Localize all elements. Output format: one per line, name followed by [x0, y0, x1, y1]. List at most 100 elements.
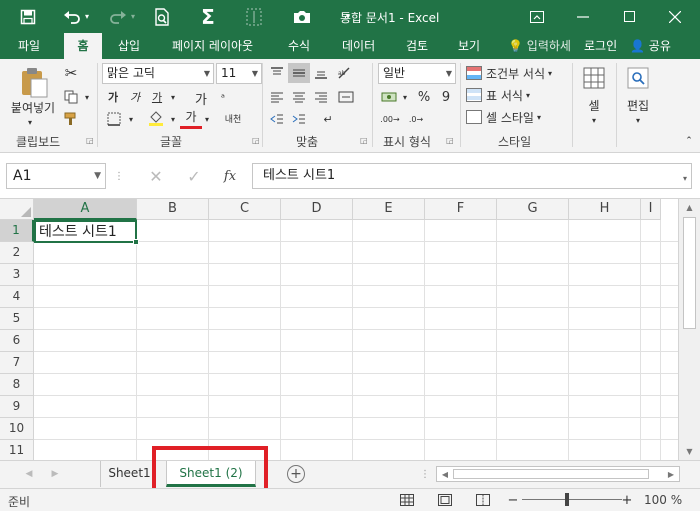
- cancel-icon[interactable]: ✕: [142, 163, 170, 189]
- undo-dropdown-icon[interactable]: ▾: [80, 0, 94, 33]
- format-as-table-button[interactable]: 표 서식 ▾: [466, 85, 576, 105]
- scroll-left-icon[interactable]: ◀: [439, 468, 451, 480]
- next-sheet-icon[interactable]: ▶: [48, 465, 62, 483]
- bold-button[interactable]: 가: [102, 87, 124, 107]
- vertical-scrollbar[interactable]: ▲ ▼: [678, 199, 700, 460]
- row-header-4[interactable]: 4: [0, 286, 34, 308]
- align-center-icon[interactable]: [288, 87, 310, 107]
- insert-function-button[interactable]: fx: [216, 163, 244, 189]
- page-break-view-icon[interactable]: [474, 491, 492, 509]
- border-dropdown-icon[interactable]: ▾: [126, 109, 136, 129]
- copy-icon[interactable]: [60, 87, 82, 107]
- align-top-icon[interactable]: [266, 63, 288, 83]
- fill-dropdown-icon[interactable]: ▾: [168, 109, 178, 129]
- decrease-indent-icon[interactable]: [266, 109, 288, 129]
- zoom-out-button[interactable]: −: [506, 491, 520, 509]
- column-header-i[interactable]: I: [641, 199, 661, 220]
- cells-dropdown-icon[interactable]: ▾: [588, 115, 600, 125]
- tab-data[interactable]: 데이터: [342, 33, 375, 59]
- row-header-7[interactable]: 7: [0, 352, 34, 374]
- prev-sheet-icon[interactable]: ◀: [22, 465, 36, 483]
- paste-dropdown-icon[interactable]: ▾: [22, 117, 38, 127]
- formula-bar-grip-icon[interactable]: ⋮: [114, 163, 124, 189]
- expand-formula-bar-icon[interactable]: ▾: [680, 173, 690, 183]
- horizontal-scrollbar[interactable]: ◀ ▶: [436, 466, 680, 482]
- column-header-h[interactable]: H: [569, 199, 641, 220]
- zoom-level[interactable]: 100 %: [644, 493, 682, 507]
- minimize-icon[interactable]: [560, 0, 606, 33]
- column-header-a[interactable]: A: [34, 199, 137, 220]
- tab-view[interactable]: 보기: [458, 33, 480, 59]
- font-color-button[interactable]: 가: [180, 107, 202, 129]
- font-color-dropdown-icon[interactable]: ▾: [202, 109, 212, 129]
- save-icon[interactable]: [14, 0, 42, 33]
- row-header-5[interactable]: 5: [0, 308, 34, 330]
- currency-dropdown-icon[interactable]: ▾: [400, 87, 410, 107]
- clipboard-launcher-icon[interactable]: ◲: [86, 136, 94, 145]
- zoom-in-button[interactable]: +: [620, 491, 634, 509]
- row-header-8[interactable]: 8: [0, 374, 34, 396]
- row-header-11[interactable]: 11: [0, 440, 34, 460]
- enter-icon[interactable]: ✓: [180, 163, 208, 189]
- name-box[interactable]: A1 ▼: [6, 163, 106, 189]
- page-layout-view-icon[interactable]: [436, 491, 454, 509]
- font-launcher-icon[interactable]: ◲: [252, 136, 260, 145]
- row-header-1[interactable]: 1: [0, 220, 34, 242]
- decrease-decimal-icon[interactable]: .0→: [404, 109, 428, 129]
- percent-button[interactable]: %: [414, 87, 434, 107]
- worksheet-grid[interactable]: ABCDEFGHI 1 2 3 4 5 6 7 8 9 10 11 테스트 시트1: [0, 199, 678, 460]
- scroll-down-icon[interactable]: ▼: [683, 445, 696, 457]
- row-header-3[interactable]: 3: [0, 264, 34, 286]
- tab-review[interactable]: 검토: [406, 33, 428, 59]
- increase-decimal-icon[interactable]: .00→: [378, 109, 402, 129]
- number-launcher-icon[interactable]: ◲: [446, 136, 454, 145]
- column-header-c[interactable]: C: [209, 199, 281, 220]
- font-name-combo[interactable]: 맑은 고딕 ▼: [102, 63, 214, 84]
- column-header-b[interactable]: B: [137, 199, 209, 220]
- tab-file[interactable]: 파일: [18, 33, 40, 59]
- comma-button[interactable]: 9: [436, 87, 456, 107]
- touch-mode-icon[interactable]: [240, 0, 268, 33]
- add-sheet-button[interactable]: +: [287, 465, 305, 483]
- editing-dropdown-icon[interactable]: ▾: [632, 115, 644, 125]
- column-header-g[interactable]: G: [497, 199, 569, 220]
- align-middle-icon[interactable]: [288, 63, 310, 83]
- collapse-ribbon-icon[interactable]: ⌃: [682, 135, 696, 147]
- search-icon[interactable]: [622, 63, 654, 93]
- align-left-icon[interactable]: [266, 87, 288, 107]
- align-right-icon[interactable]: [310, 87, 332, 107]
- orientation-icon[interactable]: ab: [334, 63, 354, 83]
- cell-a1[interactable]: 테스트 시트1: [34, 220, 137, 243]
- fill-color-icon[interactable]: [144, 107, 168, 129]
- border-icon[interactable]: [102, 109, 126, 129]
- alignment-launcher-icon[interactable]: ◲: [360, 136, 368, 145]
- cells-icon[interactable]: [578, 63, 610, 93]
- share-button[interactable]: 👤 공유: [630, 33, 671, 59]
- paste-icon[interactable]: [14, 65, 54, 101]
- row-header-10[interactable]: 10: [0, 418, 34, 440]
- decrease-font-icon[interactable]: ᵃ: [212, 87, 234, 109]
- vertical-scroll-thumb[interactable]: [683, 217, 696, 329]
- fill-handle[interactable]: [133, 239, 139, 245]
- scroll-right-icon[interactable]: ▶: [665, 468, 677, 480]
- conditional-formatting-button[interactable]: 조건부 서식 ▾: [466, 63, 576, 83]
- tab-split-grip-icon[interactable]: ⋮: [420, 465, 430, 483]
- tab-home[interactable]: 홈: [64, 33, 102, 59]
- cut-icon[interactable]: ✂: [60, 63, 82, 83]
- tell-me-box[interactable]: 💡 입력하세: [508, 33, 571, 59]
- editing-button[interactable]: 편집: [622, 97, 654, 113]
- autosum-icon[interactable]: Σ: [194, 0, 222, 33]
- close-icon[interactable]: [652, 0, 698, 33]
- normal-view-icon[interactable]: [398, 491, 416, 509]
- tab-formulas[interactable]: 수식: [288, 33, 310, 59]
- increase-font-button[interactable]: 가: [190, 87, 212, 109]
- signin-link[interactable]: 로그인: [584, 33, 617, 59]
- cells-button[interactable]: 셀: [578, 97, 610, 113]
- underline-button[interactable]: 가: [146, 87, 168, 107]
- italic-button[interactable]: 가: [124, 87, 146, 107]
- merge-center-icon[interactable]: [334, 87, 358, 107]
- format-painter-icon[interactable]: [60, 109, 82, 129]
- row-header-9[interactable]: 9: [0, 396, 34, 418]
- paste-button[interactable]: 붙여넣기: [6, 99, 60, 115]
- zoom-slider-track[interactable]: [522, 499, 622, 500]
